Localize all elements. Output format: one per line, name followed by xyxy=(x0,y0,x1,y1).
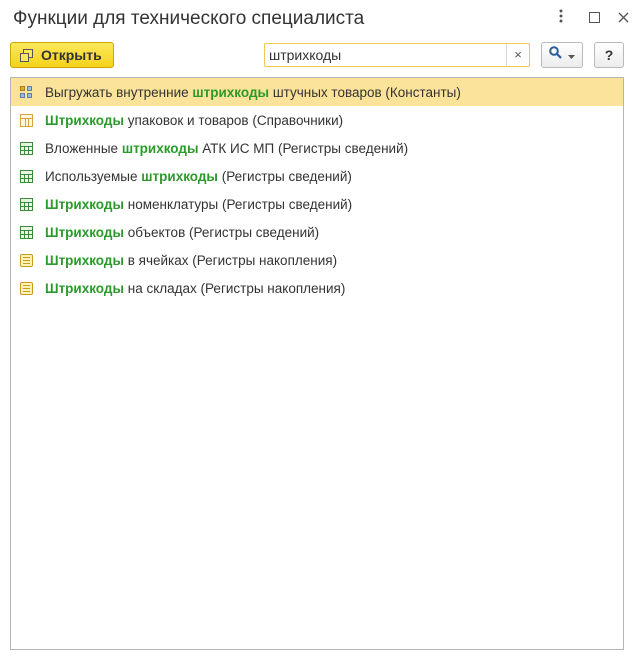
search-match: Штрихкоды xyxy=(45,280,124,296)
accumulation-register-icon xyxy=(20,281,33,295)
list-item-text: на складах (Регистры накопления) xyxy=(123,280,346,296)
list-item[interactable]: Используемые штрихкоды (Регистры сведени… xyxy=(11,162,623,190)
list-item-text: АТК ИС МП (Регистры сведений) xyxy=(198,140,409,156)
list-item-text: номенклатуры (Регистры сведений) xyxy=(123,196,353,212)
list-item-text: Вложенные xyxy=(45,140,122,156)
info-register-icon xyxy=(20,225,33,239)
list-item-text: штучных товаров (Константы) xyxy=(269,84,461,100)
accumulation-register-icon xyxy=(20,253,33,267)
list-item[interactable]: Штрихкоды номенклатуры (Регистры сведени… xyxy=(11,190,623,218)
list-item-text: (Регистры сведений) xyxy=(217,168,352,184)
list-item-text: упаковок и товаров (Справочники) xyxy=(123,112,344,128)
search-match: Штрихкоды xyxy=(45,252,124,268)
search-options-button[interactable] xyxy=(541,42,583,68)
list-item[interactable]: Штрихкоды упаковок и товаров (Справочник… xyxy=(11,106,623,134)
list-item-text: Выгружать внутренние xyxy=(45,84,193,100)
more-vertical-icon[interactable] xyxy=(551,8,571,28)
maximize-icon[interactable] xyxy=(584,8,604,28)
window-title: Функции для технического специалиста xyxy=(13,8,365,29)
constants-icon xyxy=(20,85,33,99)
search-match: Штрихкоды xyxy=(45,196,124,212)
list-item-text: объектов (Регистры сведений) xyxy=(123,224,320,240)
help-button[interactable]: ? xyxy=(594,42,624,68)
list-item[interactable]: Штрихкоды на складах (Регистры накоплени… xyxy=(11,274,623,302)
info-register-icon xyxy=(20,141,33,155)
search-field[interactable]: × xyxy=(264,43,530,67)
function-list: Выгружать внутренние штрихкоды штучных т… xyxy=(10,77,624,650)
list-item[interactable]: Вложенные штрихкоды АТК ИС МП (Регистры … xyxy=(11,134,623,162)
open-button-label: Открыть xyxy=(41,47,102,63)
search-match: штрихкоды xyxy=(121,140,199,156)
open-button[interactable]: Открыть xyxy=(10,42,114,68)
list-item[interactable]: Выгружать внутренние штрихкоды штучных т… xyxy=(11,78,623,106)
clear-search-icon[interactable]: × xyxy=(506,44,529,66)
search-match: штрихкоды xyxy=(141,168,218,184)
chevron-down-icon xyxy=(568,46,575,64)
close-icon[interactable] xyxy=(613,8,633,28)
info-register-icon xyxy=(20,169,33,183)
search-icon xyxy=(549,46,562,64)
search-input[interactable] xyxy=(265,44,509,66)
open-icon xyxy=(20,49,33,62)
list-item-text: в ячейках (Регистры накопления) xyxy=(123,252,338,268)
search-match: Штрихкоды xyxy=(45,112,124,128)
search-match: штрихкоды xyxy=(192,84,270,100)
search-match: Штрихкоды xyxy=(45,224,124,240)
list-item[interactable]: Штрихкоды объектов (Регистры сведений) xyxy=(11,218,623,246)
catalog-icon xyxy=(20,113,33,127)
list-item[interactable]: Штрихкоды в ячейках (Регистры накопления… xyxy=(11,246,623,274)
info-register-icon xyxy=(20,197,33,211)
list-item-text: Используемые xyxy=(45,168,142,184)
